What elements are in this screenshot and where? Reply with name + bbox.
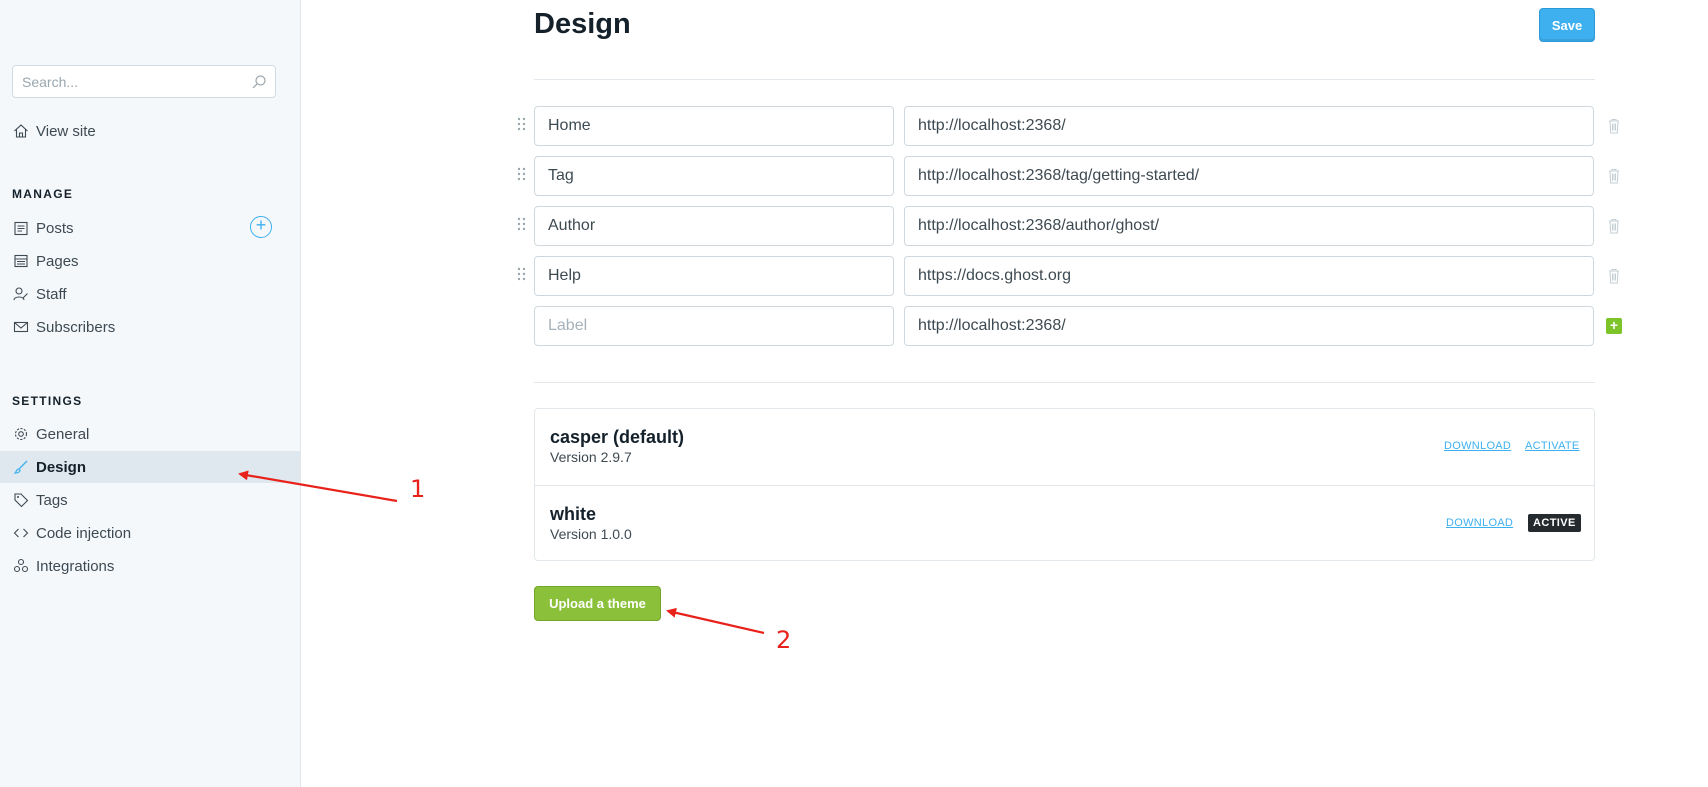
new-nav-url-input[interactable] <box>905 307 1593 345</box>
upload-theme-button[interactable]: Upload a theme <box>534 586 661 621</box>
sidebar-item-code-injection[interactable]: Code injection <box>0 517 300 549</box>
trash-icon[interactable] <box>1608 218 1620 234</box>
new-nav-item-row: + <box>514 306 1624 346</box>
sidebar: View site MANAGE Posts + Pages Staff Sub… <box>0 0 301 787</box>
gear-icon <box>12 425 30 443</box>
page-title: Design <box>534 8 631 40</box>
active-badge: ACTIVE <box>1528 514 1581 532</box>
nav-url-field[interactable] <box>904 156 1594 196</box>
theme-list: casper (default) Version 2.9.7 DOWNLOAD … <box>534 408 1595 561</box>
download-theme-link[interactable]: DOWNLOAD <box>1446 517 1513 529</box>
view-site-link[interactable]: View site <box>0 115 300 147</box>
drag-handle-icon[interactable] <box>517 116 527 136</box>
theme-version: Version 2.9.7 <box>550 449 632 465</box>
nav-url-input[interactable] <box>905 257 1593 295</box>
annotation-arrow-2 <box>666 607 765 635</box>
nav-item-row <box>514 106 1624 146</box>
code-icon <box>12 524 30 542</box>
sidebar-item-label: Integrations <box>36 557 115 575</box>
drag-handle-icon[interactable] <box>517 166 527 186</box>
nav-label-field[interactable] <box>534 256 894 296</box>
theme-name: casper (default) <box>550 427 685 447</box>
theme-row: casper (default) Version 2.9.7 DOWNLOAD … <box>535 409 1594 485</box>
sidebar-item-label: Posts <box>36 219 74 237</box>
annotation-number-2: 2 <box>776 626 792 654</box>
drag-handle-icon[interactable] <box>517 266 527 286</box>
theme-name: white <box>550 504 597 524</box>
sidebar-item-integrations[interactable]: Integrations <box>0 550 300 582</box>
sidebar-item-subscribers[interactable]: Subscribers <box>0 311 300 343</box>
theme-row: white Version 1.0.0 DOWNLOAD ACTIVE <box>535 485 1594 561</box>
view-site-label: View site <box>36 122 96 140</box>
annotation-number-1: 1 <box>410 475 426 503</box>
sidebar-item-label: Code injection <box>36 524 132 542</box>
pages-icon <box>12 252 30 270</box>
divider <box>534 79 1595 80</box>
new-post-button[interactable]: + <box>250 216 272 238</box>
sidebar-item-label: Tags <box>36 491 68 509</box>
tag-icon <box>12 491 30 509</box>
nav-label-input[interactable] <box>535 207 893 245</box>
search-icon <box>252 75 266 89</box>
sidebar-item-pages[interactable]: Pages <box>0 245 300 277</box>
settings-heading: SETTINGS <box>12 394 83 408</box>
theme-version: Version 1.0.0 <box>550 526 632 542</box>
activate-theme-link[interactable]: ACTIVATE <box>1525 440 1580 452</box>
search-box[interactable] <box>12 65 276 98</box>
sidebar-item-design[interactable]: Design <box>0 451 300 483</box>
trash-icon[interactable] <box>1608 268 1620 284</box>
download-theme-link[interactable]: DOWNLOAD <box>1444 440 1511 452</box>
sidebar-item-label: Design <box>36 458 87 476</box>
nav-label-field[interactable] <box>534 156 894 196</box>
nav-label-input[interactable] <box>535 257 893 295</box>
trash-icon[interactable] <box>1608 118 1620 134</box>
save-button[interactable]: Save <box>1539 8 1595 42</box>
sidebar-item-general[interactable]: General <box>0 418 300 450</box>
nav-url-field[interactable] <box>904 206 1594 246</box>
integrations-icon <box>12 557 30 575</box>
sidebar-item-label: Pages <box>36 252 79 270</box>
sidebar-item-label: General <box>36 425 90 443</box>
search-input[interactable] <box>13 66 243 97</box>
nav-item-row <box>514 206 1624 246</box>
drag-handle-icon[interactable] <box>517 216 527 236</box>
nav-url-input[interactable] <box>905 207 1593 245</box>
sidebar-item-label: Staff <box>36 285 67 303</box>
sidebar-item-tags[interactable]: Tags <box>0 484 300 516</box>
divider <box>534 382 1595 383</box>
new-nav-url-field[interactable] <box>904 306 1594 346</box>
nav-url-input[interactable] <box>905 157 1593 195</box>
new-nav-label-input[interactable] <box>535 307 893 345</box>
brush-icon <box>12 458 30 476</box>
nav-label-input[interactable] <box>535 107 893 145</box>
nav-label-input[interactable] <box>535 157 893 195</box>
trash-icon[interactable] <box>1608 168 1620 184</box>
new-nav-label-field[interactable] <box>534 306 894 346</box>
add-nav-item-icon[interactable]: + <box>1606 318 1622 334</box>
manage-heading: MANAGE <box>12 187 74 201</box>
mail-icon <box>12 318 30 336</box>
nav-item-row <box>514 256 1624 296</box>
nav-label-field[interactable] <box>534 206 894 246</box>
sidebar-item-label: Subscribers <box>36 318 116 336</box>
staff-icon <box>12 285 30 303</box>
nav-label-field[interactable] <box>534 106 894 146</box>
nav-url-field[interactable] <box>904 256 1594 296</box>
sidebar-item-staff[interactable]: Staff <box>0 278 300 310</box>
home-icon <box>12 122 30 140</box>
nav-item-row <box>514 156 1624 196</box>
nav-url-field[interactable] <box>904 106 1594 146</box>
posts-icon <box>12 219 30 237</box>
nav-url-input[interactable] <box>905 107 1593 145</box>
